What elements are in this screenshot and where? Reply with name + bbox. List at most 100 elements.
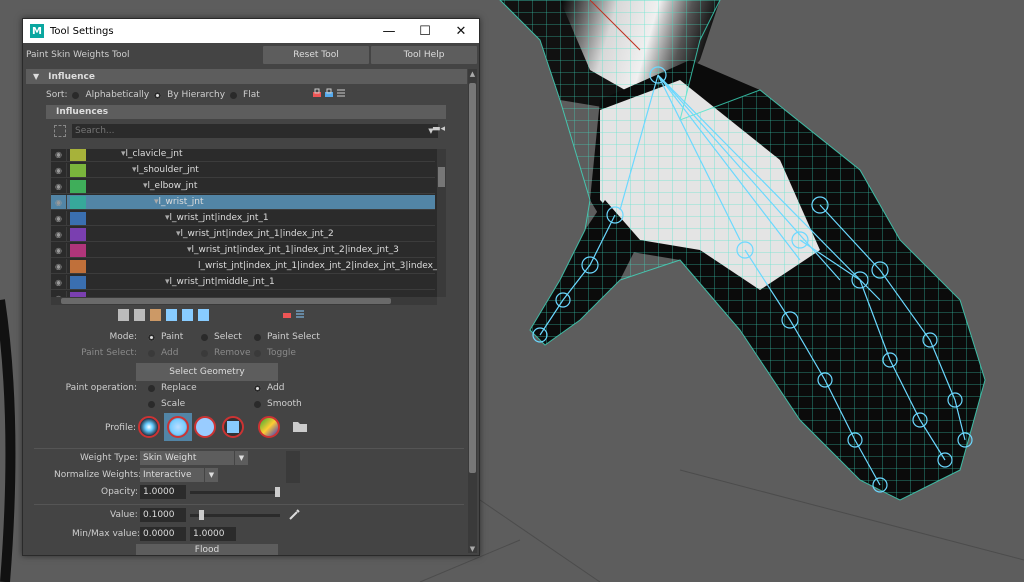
visibility-eye-icon[interactable]: ◉ bbox=[51, 162, 67, 178]
joint-color-swatch[interactable] bbox=[70, 243, 86, 257]
tree-row[interactable]: ◉ l_shoulder_jnt bbox=[51, 162, 435, 178]
list-view-icon[interactable] bbox=[336, 88, 346, 98]
image-brush-icon[interactable] bbox=[258, 416, 280, 438]
joint-color-swatch[interactable] bbox=[70, 227, 86, 241]
joint-name: l_wrist_jnt|index_jnt_1 bbox=[165, 213, 269, 223]
paint-select-remove-radio[interactable] bbox=[201, 349, 208, 357]
influences-tree[interactable]: ◉ l_clavicle_jnt ◉ l_shoulder_jnt ◉ l_elbow_j… bbox=[51, 149, 437, 297]
maximize-button[interactable]: ☐ bbox=[407, 19, 443, 43]
square-brush-icon[interactable] bbox=[222, 416, 244, 438]
window-title: Tool Settings bbox=[50, 25, 114, 37]
divider bbox=[34, 504, 464, 505]
value-slider[interactable] bbox=[190, 514, 280, 517]
gaussian-brush-icon[interactable] bbox=[138, 416, 160, 438]
paste-weights-icon[interactable] bbox=[134, 309, 145, 321]
move-weights-icon[interactable] bbox=[166, 309, 177, 321]
joint-tool-icon[interactable] bbox=[198, 309, 209, 321]
scrollbar-thumb[interactable] bbox=[469, 83, 476, 473]
sort-by-hierarchy-radio[interactable] bbox=[154, 91, 162, 99]
mode-select-radio[interactable] bbox=[201, 333, 208, 341]
mode-paint-radio[interactable] bbox=[148, 333, 155, 341]
solid-brush-icon[interactable] bbox=[194, 416, 216, 438]
mode-paint-select-radio[interactable] bbox=[254, 333, 261, 341]
paint-select-add-label: Add bbox=[161, 348, 179, 358]
lock-weights-icon[interactable] bbox=[312, 88, 322, 98]
filter-icon[interactable] bbox=[54, 125, 66, 137]
search-input[interactable] bbox=[72, 124, 424, 138]
max-value-field[interactable]: 1.0000 bbox=[190, 527, 236, 541]
paint-select-label: Paint Select: bbox=[81, 348, 137, 358]
visibility-eye-icon[interactable]: ◉ bbox=[51, 210, 67, 226]
visibility-eye-icon[interactable]: ◉ bbox=[51, 242, 67, 258]
influence-section-header[interactable]: ▼ Influence bbox=[26, 69, 467, 84]
tree-row[interactable]: ◉ l_wrist_jnt|index_jnt_1|index_jnt_2|ind… bbox=[51, 258, 437, 274]
visibility-eye-icon[interactable]: ◉ bbox=[51, 258, 67, 274]
joint-color-swatch[interactable] bbox=[70, 149, 86, 161]
reset-tool-button[interactable]: Reset Tool bbox=[263, 45, 369, 64]
unlock-weights-icon[interactable] bbox=[324, 88, 334, 98]
chevron-down-icon: ▼ bbox=[234, 451, 248, 465]
joint-color-swatch[interactable] bbox=[70, 211, 86, 225]
paint-op-replace-radio[interactable] bbox=[148, 384, 155, 392]
tool-header: Paint Skin Weights Tool Reset Tool Tool … bbox=[23, 43, 479, 66]
sort-flat-radio[interactable] bbox=[230, 91, 238, 99]
eyedropper-icon[interactable] bbox=[288, 507, 302, 521]
tree-row[interactable]: ◉ l_wrist_jnt|index_jnt_1|index_jnt_2|ind… bbox=[51, 242, 435, 258]
flood-button[interactable]: Flood bbox=[136, 544, 278, 555]
pin-icon[interactable]: ▬◂ bbox=[432, 124, 445, 134]
weight-type-dropdown[interactable]: Skin Weight ▼ bbox=[140, 451, 248, 465]
opacity-slider-handle[interactable] bbox=[275, 487, 280, 497]
visibility-eye-icon[interactable]: ◉ bbox=[51, 274, 67, 290]
opacity-slider[interactable] bbox=[190, 491, 280, 494]
joint-color-swatch[interactable] bbox=[70, 179, 86, 193]
paint-select-add-radio[interactable] bbox=[148, 349, 155, 357]
joint-color-swatch[interactable] bbox=[70, 275, 86, 289]
paint-op-add-radio[interactable] bbox=[254, 384, 261, 392]
scroll-down-icon[interactable]: ▼ bbox=[468, 545, 477, 553]
min-value-field[interactable]: 0.0000 bbox=[140, 527, 186, 541]
paint-select-row: Paint Select: Add Remove Toggle bbox=[81, 348, 296, 358]
visibility-eye-icon[interactable]: ◉ bbox=[51, 194, 67, 210]
show-influences-icon[interactable] bbox=[182, 309, 193, 321]
tool-help-button[interactable]: Tool Help bbox=[371, 45, 477, 64]
tree-row[interactable]: ◉ l_clavicle_jnt bbox=[51, 149, 435, 162]
tree-row[interactable]: ◉ l_wrist_jnt|index_jnt_1 bbox=[51, 210, 435, 226]
tree-horizontal-scrollbar[interactable] bbox=[51, 297, 437, 305]
paint-op-smooth-radio[interactable] bbox=[254, 400, 261, 408]
paint-operation-row-2: Scale Smooth bbox=[143, 399, 302, 409]
copy-weights-icon[interactable] bbox=[118, 309, 129, 321]
joint-color-swatch[interactable] bbox=[70, 195, 86, 209]
tree-vertical-scrollbar[interactable] bbox=[437, 149, 446, 297]
value-slider-handle[interactable] bbox=[198, 510, 204, 520]
sort-alphabetically-radio[interactable] bbox=[72, 91, 80, 99]
scroll-up-icon[interactable]: ▲ bbox=[468, 70, 477, 78]
title-bar[interactable]: M Tool Settings — ☐ ✕ bbox=[23, 19, 479, 43]
soft-brush-icon[interactable] bbox=[167, 416, 189, 438]
tree-row[interactable]: ◉ l_wrist_jnt|index_jnt_1|index_jnt_2 bbox=[51, 226, 435, 242]
joint-color-swatch[interactable] bbox=[70, 259, 86, 273]
tree-row[interactable]: ◉ l_wrist_jnt|middle_jnt_1 bbox=[51, 274, 435, 290]
visibility-eye-icon[interactable]: ◉ bbox=[51, 178, 67, 194]
normalize-weights-dropdown[interactable]: Interactive ▼ bbox=[140, 468, 218, 482]
joint-name: l_wrist_jnt|index_jnt_1|index_jnt_2 bbox=[176, 229, 334, 239]
tree-row[interactable]: ◉ l_wrist_jnt bbox=[51, 194, 435, 210]
opacity-field[interactable]: 1.0000 bbox=[140, 485, 186, 499]
normalize-weights-value: Interactive bbox=[143, 470, 192, 480]
value-field[interactable]: 0.1000 bbox=[140, 508, 186, 522]
select-geometry-button[interactable]: Select Geometry bbox=[136, 363, 278, 381]
list-view-icon[interactable] bbox=[295, 309, 305, 319]
mode-paint-select-label: Paint Select bbox=[267, 332, 320, 342]
tree-row[interactable]: ◉ l_elbow_jnt bbox=[51, 178, 435, 194]
joint-color-swatch[interactable] bbox=[70, 163, 86, 177]
paint-op-scale-radio[interactable] bbox=[148, 400, 155, 408]
settings-vertical-scrollbar[interactable]: ▲ ▼ bbox=[468, 69, 477, 553]
sort-label: Sort: bbox=[46, 90, 68, 100]
close-button[interactable]: ✕ bbox=[443, 19, 479, 43]
weight-hammer-icon[interactable] bbox=[150, 309, 161, 321]
folder-icon[interactable] bbox=[293, 420, 307, 432]
paint-select-toggle-radio[interactable] bbox=[254, 349, 261, 357]
visibility-eye-icon[interactable]: ◉ bbox=[51, 149, 67, 162]
lock-selected-icon[interactable] bbox=[282, 309, 292, 319]
minimize-button[interactable]: — bbox=[371, 19, 407, 43]
visibility-eye-icon[interactable]: ◉ bbox=[51, 226, 67, 242]
